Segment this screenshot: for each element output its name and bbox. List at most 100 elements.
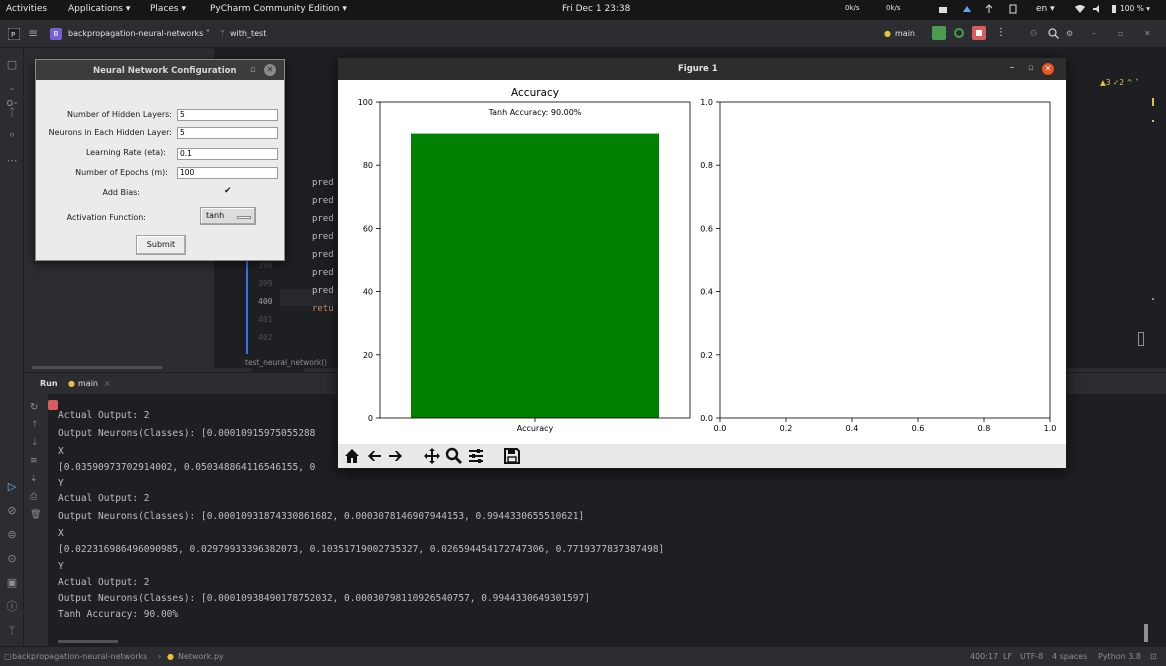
neurons-input[interactable]: 5 (177, 127, 278, 139)
python-icon: ● (68, 379, 75, 388)
problems-icon[interactable]: ⓘ (5, 600, 19, 614)
indent-setting[interactable]: 4 spaces (1052, 652, 1087, 661)
cpu-icon[interactable] (938, 4, 948, 14)
print-icon[interactable]: ⎙ (30, 492, 37, 502)
battery-icon[interactable] (1110, 4, 1118, 14)
app-menu[interactable]: PyCharm Community Edition ▾ (210, 4, 347, 14)
caret-position[interactable]: 400:17 (970, 652, 998, 661)
activation-select[interactable]: tanh (200, 207, 256, 225)
status-path-project[interactable]: backpropagation-neural-networks (12, 652, 147, 661)
figure-titlebar[interactable]: Figure 1 – ▫ ✕ (338, 58, 1066, 80)
x-tick-label: 0.2 (780, 424, 793, 433)
clipboard-icon[interactable] (1008, 4, 1018, 14)
close-icon[interactable]: ✕ (264, 64, 276, 76)
epochs-input[interactable]: 100 (177, 167, 278, 179)
file-encoding[interactable]: UTF-8 (1020, 652, 1043, 661)
chevron-down-icon[interactable]: ˅ (206, 29, 210, 38)
stop-button[interactable] (972, 26, 986, 40)
hidden-layers-input[interactable]: 5 (177, 109, 278, 121)
submit-button[interactable]: Submit (136, 235, 186, 255)
dialog-titlebar[interactable]: Neural Network Configuration – ▫ ✕ (36, 60, 284, 80)
more-actions-icon[interactable]: ⋮ (996, 27, 1006, 38)
maximize-icon[interactable]: ▫ (250, 65, 256, 75)
up-arrow-icon[interactable]: ↑ (31, 420, 39, 430)
back-icon[interactable] (364, 446, 384, 466)
status-path-file[interactable]: Network.py (178, 652, 224, 661)
inspection-widget[interactable]: ▲3 ✓2 ^ ˅ (1100, 78, 1139, 87)
places-menu[interactable]: Places ▾ (150, 4, 186, 14)
terminal-icon[interactable]: ▣ (5, 576, 19, 590)
interpreter[interactable]: Python 3.8 (1098, 652, 1141, 661)
close-icon[interactable]: ✕ (1042, 63, 1054, 75)
run-button[interactable] (932, 26, 946, 40)
python-console-icon[interactable]: ⊙ (5, 552, 19, 566)
x-tick-label: Accuracy (517, 424, 554, 433)
wifi-icon[interactable] (1074, 4, 1086, 14)
run-tool-icon[interactable]: ▷ (5, 480, 19, 494)
project-tool-icon[interactable]: ▢ (5, 58, 19, 72)
code-with-me-icon[interactable]: ⚇ (1030, 29, 1037, 38)
restore-window-icon[interactable]: ▫ (1118, 29, 1123, 38)
close-tab-icon[interactable]: × (104, 379, 111, 388)
minimize-icon[interactable]: – (1010, 63, 1014, 73)
project-badge[interactable]: B (50, 28, 62, 40)
trash-icon[interactable]: 🗑 (30, 510, 41, 520)
save-icon[interactable] (502, 446, 522, 466)
python-packages-icon[interactable]: ⊜ (5, 528, 19, 542)
pan-icon[interactable] (422, 446, 442, 466)
scrollbar-thumb[interactable] (1138, 332, 1144, 346)
debug-tool-icon[interactable]: ⊘ (5, 504, 19, 518)
main-menu-icon[interactable]: ≡ (28, 26, 38, 40)
extension-icon[interactable] (962, 4, 972, 14)
lock-icon[interactable]: ⊡ (1150, 652, 1157, 661)
down-arrow-icon[interactable]: ↓ (31, 438, 39, 448)
minimize-window-icon[interactable]: – (1092, 29, 1096, 38)
status-bar: ▢ backpropagation-neural-networks › ● Ne… (0, 646, 1166, 666)
pull-requests-icon[interactable]: ᛏ (5, 106, 19, 120)
console-line: Output Neurons(Classes): [0.000109159750… (58, 428, 316, 439)
run-config-selector[interactable]: main (895, 29, 915, 38)
rerun-icon[interactable]: ↻ (30, 402, 38, 413)
horizontal-scrollbar[interactable] (58, 640, 118, 643)
project-selector[interactable]: backpropagation-neural-networks (68, 29, 203, 38)
close-window-icon[interactable]: ✕ (1144, 29, 1151, 38)
vertical-scrollbar[interactable] (1144, 624, 1148, 642)
bias-checkbox[interactable]: ✔ (224, 186, 232, 196)
stop-icon[interactable] (48, 400, 58, 410)
version-control-icon[interactable]: ᛘ (5, 624, 19, 638)
line-separator[interactable]: LF (1003, 652, 1012, 661)
forward-icon[interactable] (386, 446, 406, 466)
activities-button[interactable]: Activities (6, 4, 47, 14)
horizontal-scrollbar[interactable] (32, 366, 162, 369)
minimize-icon[interactable]: – (232, 65, 236, 75)
structure-tool-icon[interactable]: ᵒ (5, 130, 19, 144)
soft-wrap-icon[interactable]: ≡ (30, 456, 38, 466)
language-indicator[interactable]: en ▾ (1036, 4, 1055, 14)
svg-text:P: P (11, 31, 15, 39)
signal-icon[interactable] (984, 4, 994, 14)
learning-rate-input[interactable]: 0.1 (177, 148, 278, 160)
breadcrumb[interactable]: test_neural_network() (245, 358, 327, 367)
debug-button[interactable] (954, 28, 964, 38)
commit-tool-icon[interactable]: -o- (5, 82, 19, 109)
battery-level[interactable]: 100 % ▾ (1120, 4, 1150, 13)
ide-toolbar: P ≡ B backpropagation-neural-networks ˅ … (0, 20, 1166, 48)
configure-icon[interactable] (466, 446, 486, 466)
zoom-icon[interactable] (444, 446, 464, 466)
run-tab-main[interactable]: main (78, 379, 98, 388)
figure-canvas[interactable]: Accuracy Tanh Accuracy: 90.00% Accuracy 0 20… (338, 80, 1066, 444)
clock[interactable]: Fri Dec 1 23:38 (562, 4, 630, 14)
gear-icon[interactable]: ⚙ (1066, 29, 1073, 38)
home-icon[interactable] (342, 446, 362, 466)
chart-title: Accuracy (511, 87, 559, 99)
more-tools-icon[interactable]: ⋯ (5, 154, 19, 168)
applications-menu[interactable]: Applications ▾ (68, 4, 130, 14)
x-tick-label: 1.0 (1044, 424, 1057, 433)
y-tick-label: 0.2 (700, 351, 713, 360)
maximize-icon[interactable]: ▫ (1028, 63, 1034, 73)
console-line: X (58, 528, 64, 539)
scroll-to-end-icon[interactable]: ⇣ (30, 474, 38, 484)
branch-selector[interactable]: with_test (230, 29, 266, 38)
search-icon[interactable] (1048, 28, 1059, 39)
volume-icon[interactable] (1092, 4, 1104, 14)
